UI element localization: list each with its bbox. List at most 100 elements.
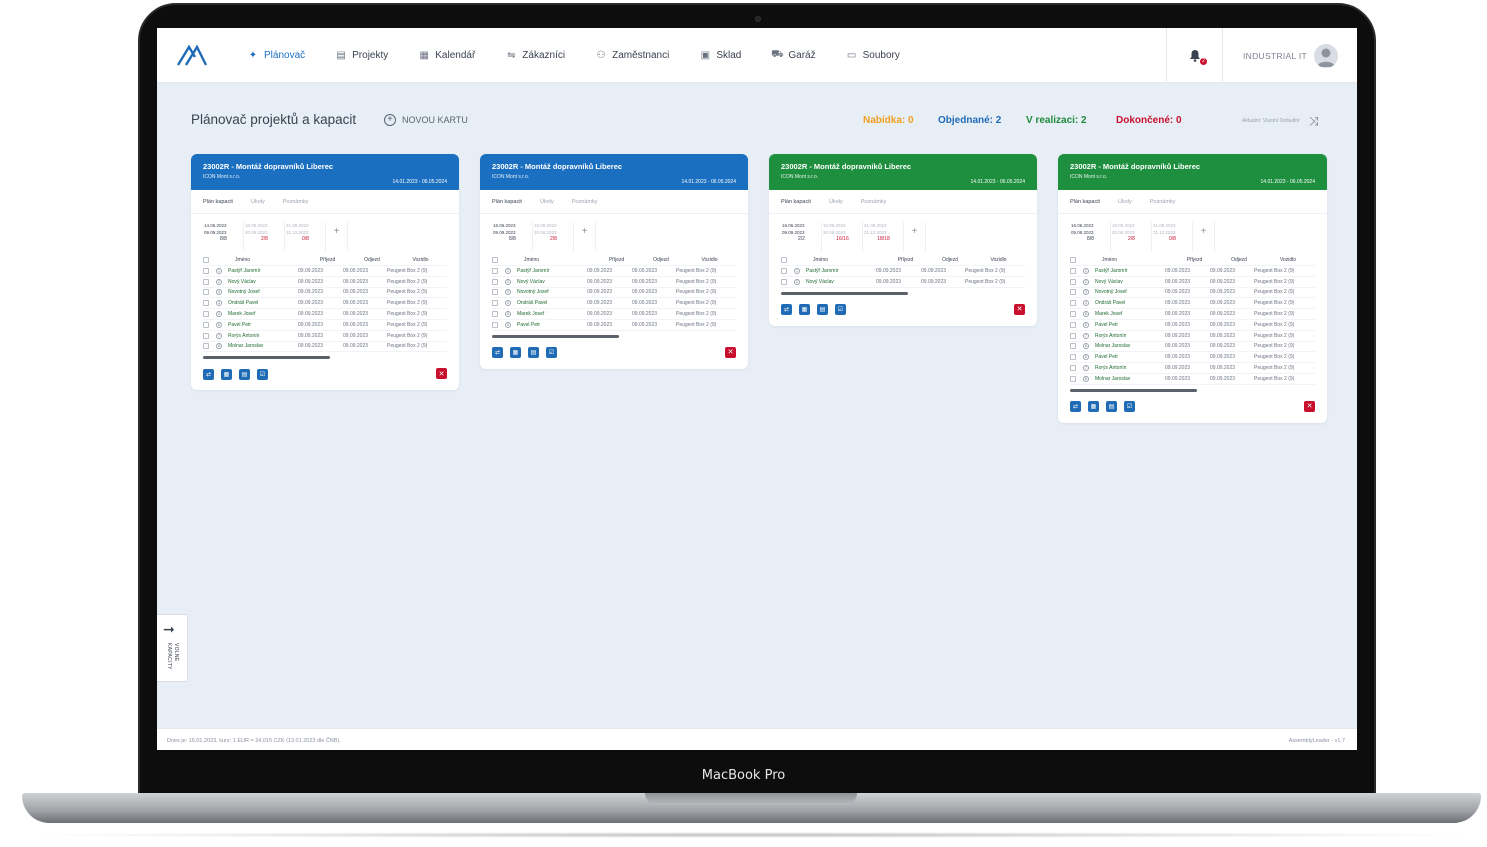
delete-card-button[interactable]: ✕: [725, 346, 736, 358]
worker-name[interactable]: Marek Josef: [517, 311, 587, 317]
avatar[interactable]: [1314, 44, 1338, 68]
capacity-period[interactable]: 21.09.2023 31.12.2023 18/18: [863, 222, 904, 252]
checklist-button[interactable]: ☑: [546, 347, 557, 359]
checklist-button[interactable]: ☑: [257, 368, 268, 380]
row-checkbox[interactable]: [203, 267, 209, 274]
table-row[interactable]: 5 Marek Josef 09.09.2023 09.09.2023 Peugeot …: [492, 309, 736, 320]
worker-name[interactable]: Novotný Josef: [1095, 289, 1165, 295]
clipboard-button[interactable]: ▤: [1106, 401, 1117, 413]
checklist-button[interactable]: ☑: [835, 304, 846, 316]
row-checkbox[interactable]: [203, 311, 209, 318]
worker-name[interactable]: Marek Josef: [228, 311, 298, 317]
row-checkbox[interactable]: [781, 267, 787, 274]
status-offer[interactable]: Nabídka: 0: [863, 115, 914, 126]
select-all-checkbox[interactable]: [781, 256, 787, 263]
row-checkbox[interactable]: [203, 289, 209, 296]
tab-notes[interactable]: Poznámky: [572, 199, 598, 205]
worker-name[interactable]: Nový Václav: [517, 279, 587, 285]
table-row[interactable]: 4 Ondráš Pavel 09.09.2023 09.09.2023 Peugeot…: [1070, 298, 1315, 310]
table-row[interactable]: 2 Nový Václav 09.09.2023 09.09.2023 Peugeot …: [1070, 277, 1315, 288]
row-checkbox[interactable]: [781, 278, 787, 285]
shuffle-icon[interactable]: ⤨: [1309, 114, 1319, 129]
row-checkbox[interactable]: [1070, 332, 1076, 339]
worker-name[interactable]: Pastýř Jaromír: [806, 268, 876, 274]
capacity-period[interactable]: 10.09.2023 20.09.2023 2/8: [533, 222, 574, 252]
worker-name[interactable]: Pastýř Jaromír: [1095, 268, 1165, 274]
add-period-button[interactable]: +: [904, 222, 926, 252]
tab-notes[interactable]: Poznámky: [1150, 199, 1176, 205]
add-period-button[interactable]: +: [326, 222, 348, 252]
clipboard-button[interactable]: ▤: [239, 368, 250, 380]
horizontal-scrollbar[interactable]: [492, 334, 736, 338]
clipboard-button[interactable]: ▤: [528, 347, 539, 359]
capacity-period[interactable]: 10.09.2023 20.09.2023 16/16: [822, 222, 863, 252]
tab-notes[interactable]: Poznámky: [861, 199, 887, 205]
nav-item-5[interactable]: ▣ Sklad: [699, 50, 742, 62]
table-row[interactable]: 2 Nový Václav 09.09.2023 09.09.2023 Peugeot …: [781, 277, 1025, 288]
table-row[interactable]: 1 Pastýř Jaromír 09.09.2023 09.09.2023 Peuge…: [203, 266, 447, 277]
row-checkbox[interactable]: [1070, 300, 1076, 307]
nav-item-1[interactable]: ▤ Projekty: [335, 50, 388, 62]
delete-card-button[interactable]: ✕: [436, 368, 447, 380]
swap-button[interactable]: ⇄: [1070, 401, 1081, 413]
row-checkbox[interactable]: [1070, 267, 1076, 274]
table-row[interactable]: 4 Ondráš Pavel 09.09.2023 09.09.2023 Peugeot…: [492, 298, 736, 310]
app-logo-icon[interactable]: [177, 44, 207, 66]
scrollbar-thumb[interactable]: [781, 291, 908, 295]
scrollbar-thumb[interactable]: [492, 334, 619, 338]
swap-button[interactable]: ⇄: [781, 304, 792, 316]
row-checkbox[interactable]: [492, 311, 498, 318]
table-row[interactable]: 3 Novotný Josef 09.09.2023 09.09.2023 Peugeo…: [203, 288, 447, 299]
clipboard-button[interactable]: ▤: [817, 304, 828, 316]
table-row[interactable]: 2 Nový Václav 09.09.2023 09.09.2023 Peugeot …: [492, 277, 736, 288]
card-header[interactable]: 23002R - Montáž dopravníků Liberec ICON M…: [480, 154, 748, 190]
status-ordered[interactable]: Objednané: 2: [938, 115, 1001, 126]
tab-capacity-plan[interactable]: Plán kapacit: [781, 199, 811, 205]
capacity-period[interactable]: 10.09.2023 20.09.2023 2/8: [244, 222, 285, 252]
table-row[interactable]: 3 Novotný Josef 09.09.2023 09.09.2023 Peugeo…: [1070, 288, 1315, 299]
capacity-period[interactable]: 16.06.2023 09.09.2023 8/8: [1070, 222, 1111, 252]
table-row[interactable]: 6 Pavel Petr 09.09.2023 09.09.2023 Peugeot B…: [203, 320, 447, 331]
select-all-checkbox[interactable]: [203, 256, 209, 263]
add-period-button[interactable]: +: [574, 222, 596, 252]
table-row[interactable]: 7 Rorýs Antonín 09.09.2023 09.09.2023 Peugeo…: [1070, 363, 1315, 374]
table-row[interactable]: 3 Novotný Josef 09.09.2023 09.09.2023 Peugeo…: [492, 288, 736, 299]
table-row[interactable]: 6 Pavel Petr 09.09.2023 09.09.2023 Peugeot B…: [492, 320, 736, 331]
status-done[interactable]: Dokončené: 0: [1116, 115, 1182, 126]
worker-name[interactable]: Ondráš Pavel: [517, 300, 587, 306]
new-card-button[interactable]: + NOVOU KARTU: [384, 114, 468, 126]
worker-name[interactable]: Marek Josef: [1095, 311, 1165, 317]
row-checkbox[interactable]: [203, 332, 209, 339]
worker-name[interactable]: Molnar Jaroslav: [1095, 343, 1165, 349]
table-row[interactable]: 8 Molnar Jaroslav 09.09.2023 09.09.2023 Peug…: [1070, 342, 1315, 353]
table-row[interactable]: 6 Pavel Petr 09.09.2023 09.09.2023 Peugeot B…: [1070, 352, 1315, 364]
capacity-period[interactable]: 10.09.2023 20.09.2023 2/8: [1111, 222, 1152, 252]
worker-name[interactable]: Rorýs Antonín: [1095, 333, 1165, 339]
table-row[interactable]: 8 Molnar Jaroslav 09.09.2023 09.09.2023 Peug…: [1070, 374, 1315, 385]
delete-card-button[interactable]: ✕: [1014, 303, 1025, 315]
card-header[interactable]: 23002R - Montáž dopravníků Liberec ICON M…: [769, 154, 1037, 190]
row-checkbox[interactable]: [492, 300, 498, 307]
worker-name[interactable]: Pavel Petr: [517, 322, 587, 328]
table-row[interactable]: 2 Nový Václav 09.09.2023 09.09.2023 Peugeot …: [203, 277, 447, 288]
filter-label[interactable]: Aktuální: Vlastní Defaultní: [1242, 118, 1300, 124]
worker-name[interactable]: Molnar Jaroslav: [228, 343, 298, 349]
swap-button[interactable]: ⇄: [203, 368, 214, 380]
table-row[interactable]: 1 Pastýř Jaromír 09.09.2023 09.09.2023 Peuge…: [1070, 266, 1315, 277]
calendar-button[interactable]: ▦: [799, 304, 810, 316]
worker-name[interactable]: Nový Václav: [806, 279, 876, 285]
card-header[interactable]: 23002R - Montáž dopravníků Liberec ICON M…: [1058, 154, 1327, 190]
horizontal-scrollbar[interactable]: [203, 356, 447, 360]
capacity-period[interactable]: 14.06.2023 09.09.2023 8/8: [203, 222, 244, 252]
tab-capacity-plan[interactable]: Plán kapacit: [492, 199, 522, 205]
worker-name[interactable]: Molnar Jaroslav: [1095, 376, 1165, 382]
table-row[interactable]: 6 Pavel Petr 09.09.2023 09.09.2023 Peugeot B…: [1070, 320, 1315, 331]
row-checkbox[interactable]: [492, 321, 498, 328]
worker-name[interactable]: Nový Václav: [228, 279, 298, 285]
calendar-button[interactable]: ▦: [510, 347, 521, 359]
card-header[interactable]: 23002R - Montáž dopravníků Liberec ICON M…: [191, 154, 459, 190]
worker-name[interactable]: Novotný Josef: [228, 289, 298, 295]
tab-notes[interactable]: Poznámky: [283, 199, 309, 205]
horizontal-scrollbar[interactable]: [1070, 388, 1315, 392]
tab-capacity-plan[interactable]: Plán kapacit: [203, 199, 233, 205]
